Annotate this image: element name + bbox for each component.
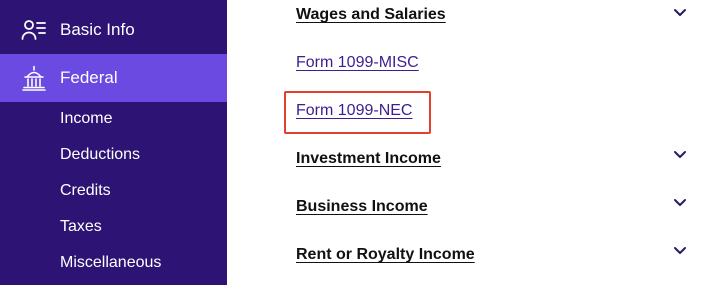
sidebar-item-basic-info[interactable]: Basic Info xyxy=(0,6,227,54)
sidebar-subitem-taxes[interactable]: Taxes xyxy=(60,218,102,236)
chevron-down-icon[interactable] xyxy=(671,146,689,164)
capitol-building-icon xyxy=(20,64,48,92)
section-business-income[interactable]: Business Income xyxy=(296,198,428,216)
sidebar-subitem-credits[interactable]: Credits xyxy=(60,182,111,200)
section-wages-and-salaries[interactable]: Wages and Salaries xyxy=(296,6,446,24)
person-list-icon xyxy=(20,16,48,44)
section-investment-income[interactable]: Investment Income xyxy=(296,150,441,168)
sidebar-subitem-deductions[interactable]: Deductions xyxy=(60,146,140,164)
sidebar-item-label: Basic Info xyxy=(60,20,135,39)
form-1099-nec-link[interactable]: Form 1099-NEC xyxy=(296,102,412,120)
sidebar-subitem-miscellaneous[interactable]: Miscellaneous xyxy=(60,254,161,272)
sidebar: Basic Info Federal Income Deductions Cre… xyxy=(0,0,227,285)
chevron-down-icon[interactable] xyxy=(671,242,689,260)
section-rent-or-royalty-income[interactable]: Rent or Royalty Income xyxy=(296,246,475,264)
form-1099-misc-link[interactable]: Form 1099-MISC xyxy=(296,54,419,72)
chevron-down-icon[interactable] xyxy=(671,194,689,212)
chevron-down-icon[interactable] xyxy=(671,4,689,22)
sidebar-item-label: Federal xyxy=(60,68,118,87)
sidebar-item-federal[interactable]: Federal xyxy=(0,54,227,102)
main-content: Wages and Salaries Form 1099-MISC Form 1… xyxy=(227,0,726,285)
sidebar-subitem-income[interactable]: Income xyxy=(60,110,112,128)
